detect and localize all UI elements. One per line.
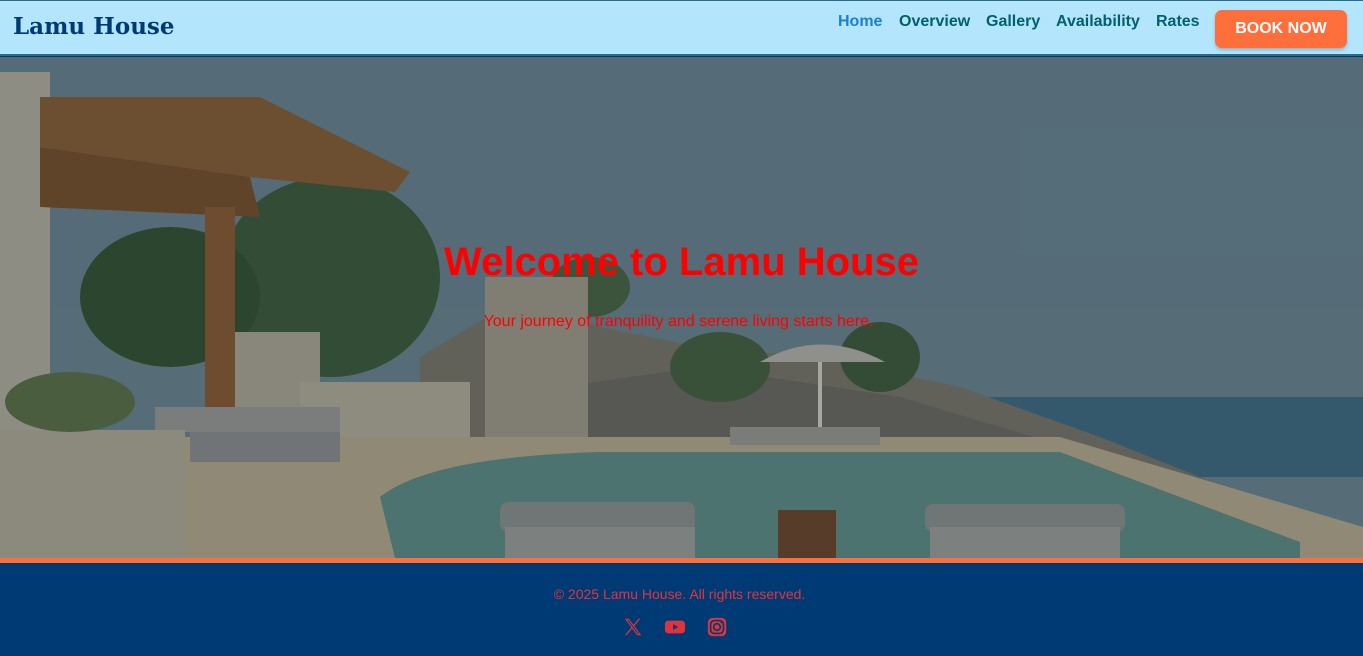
site-footer: © 2025 Lamu House. All rights reserved.: [0, 563, 1363, 656]
hero-section: Welcome to Lamu House Your journey of tr…: [0, 57, 1363, 558]
hero-overlay: [0, 57, 1363, 558]
nav-rates[interactable]: Rates: [1156, 13, 1200, 31]
instagram-icon[interactable]: [706, 616, 728, 638]
site-header: Lamu House Home Overview Gallery Availab…: [0, 0, 1363, 56]
youtube-icon[interactable]: [664, 616, 686, 638]
nav-availability[interactable]: Availability: [1056, 13, 1140, 31]
book-now-button[interactable]: BOOK NOW: [1215, 10, 1347, 48]
copyright-text: © 2025 Lamu House. All rights reserved.: [553, 586, 806, 602]
x-icon[interactable]: [622, 616, 644, 638]
brand-logo[interactable]: Lamu House: [13, 13, 175, 40]
hero-title: Welcome to Lamu House: [444, 240, 919, 284]
nav-home[interactable]: Home: [838, 13, 882, 31]
hero-subtitle: Your journey of tranquility and serene l…: [483, 313, 874, 330]
nav-gallery[interactable]: Gallery: [986, 13, 1040, 31]
nav-overview[interactable]: Overview: [899, 13, 970, 31]
